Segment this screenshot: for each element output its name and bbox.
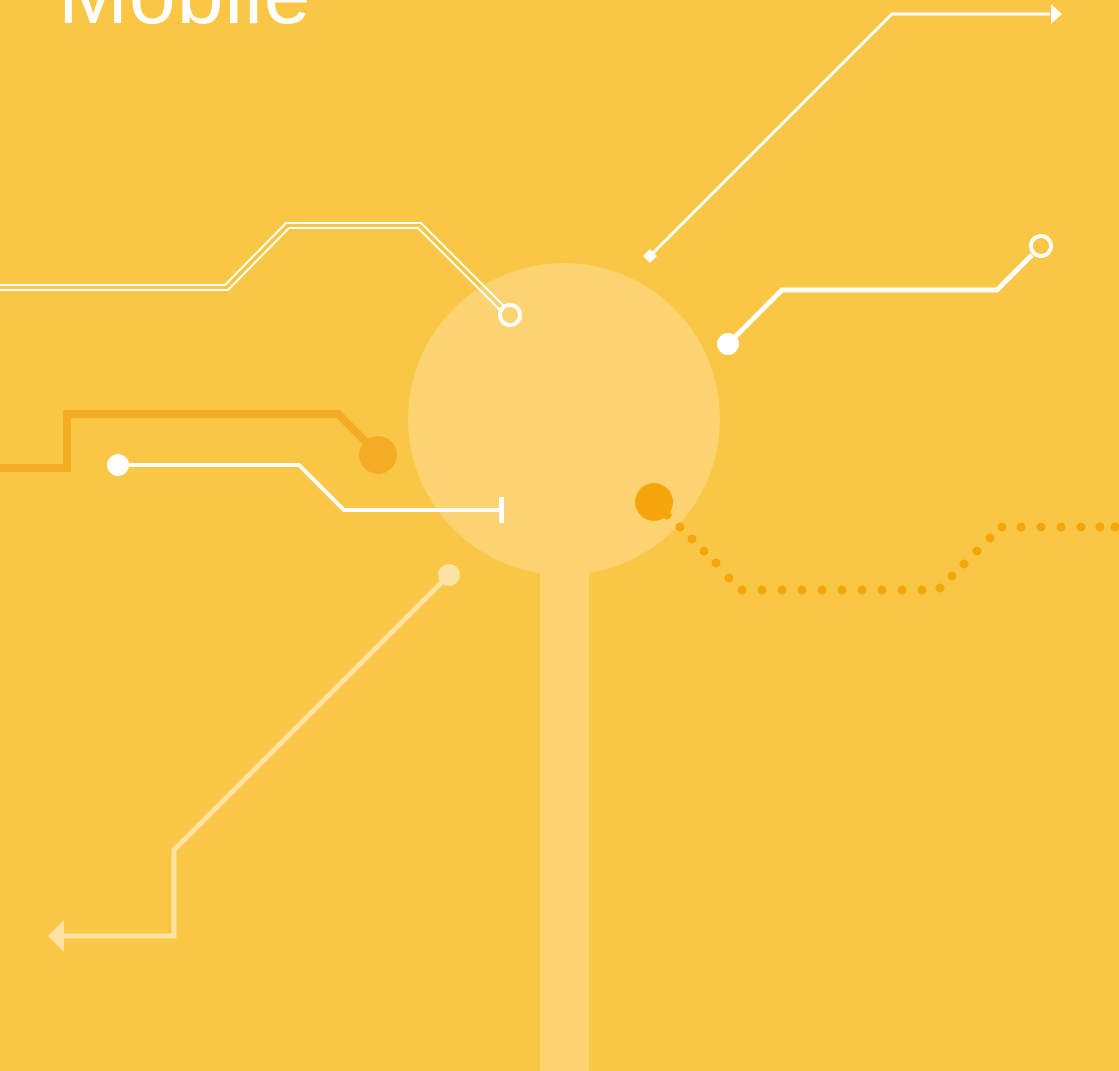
white-line-right [726,253,1034,346]
path-dot [947,571,957,581]
path-dot [1095,522,1105,532]
path-dot [724,573,734,583]
dotted-path [662,510,1119,595]
path-dot [857,585,867,595]
path-dot [737,585,747,595]
path-dot [699,546,709,556]
path-dot [711,558,721,568]
path-dot [935,583,945,593]
pale-line-down-left [62,573,451,939]
dot-node-icon [359,436,397,474]
path-dot [959,559,969,569]
path-dot [777,585,787,595]
hub-trunk [540,500,589,1071]
double-line-left [0,222,506,311]
path-dot [797,585,807,595]
ring-node-icon [1029,234,1053,258]
path-dot [917,585,927,595]
path-dot [1036,522,1046,532]
hub-circle [408,263,720,575]
path-dot [972,546,982,556]
white-line-up-right [648,12,1050,258]
path-dot [1076,522,1086,532]
arrow-left-icon [48,920,64,952]
path-dot [1056,522,1066,532]
path-dot [662,510,672,520]
bar-end-icon [499,497,504,523]
circuit-illustration [0,4,1119,1071]
path-dot [757,585,767,595]
path-dot [877,585,887,595]
path-dot [817,585,827,595]
path-dot [1110,522,1119,532]
path-dot [985,533,995,543]
path-dot [675,522,685,532]
path-dot [897,585,907,595]
arrow-right-icon [1051,4,1062,24]
path-dot [997,522,1007,532]
path-dot [1016,522,1026,532]
illustration-canvas: Mobile [0,0,1119,1071]
orange-line-left [0,410,375,472]
path-dot [837,585,847,595]
path-dot [687,534,697,544]
